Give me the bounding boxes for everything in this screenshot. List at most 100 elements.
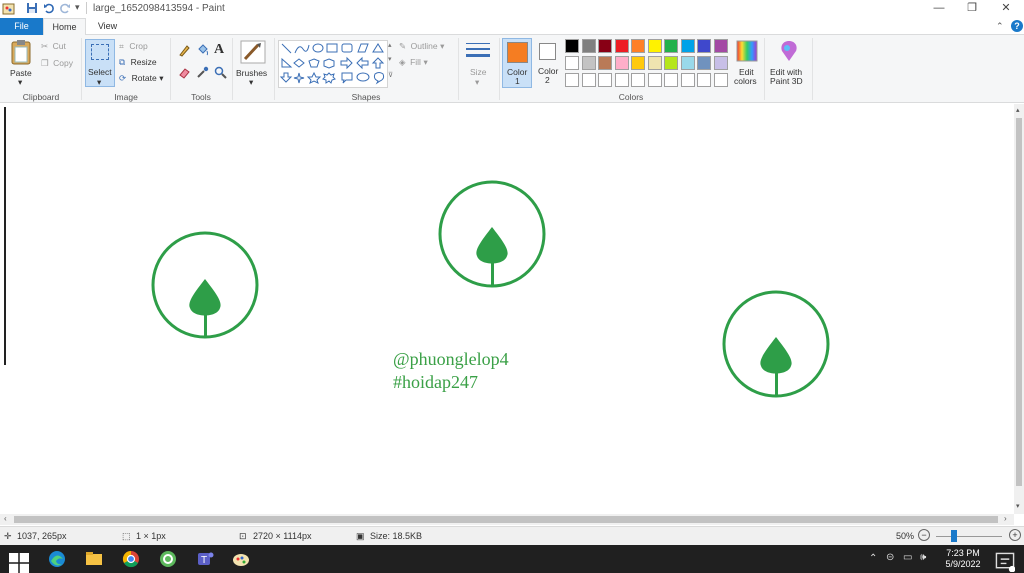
zoom-in-button[interactable]: + — [1009, 529, 1021, 541]
rotate-button[interactable]: ⟳ Rotate ▾ — [119, 73, 163, 84]
custom-color-slot[interactable] — [598, 73, 612, 87]
palette-swatch[interactable] — [565, 56, 579, 70]
maximize-button[interactable]: ❐ — [955, 0, 989, 18]
palette-swatch[interactable] — [713, 56, 728, 70]
scroll-up-arrow-icon[interactable]: ▴ — [1016, 106, 1020, 114]
color-picker-icon[interactable] — [196, 66, 209, 81]
magnifier-icon[interactable] — [214, 66, 227, 81]
zoom-out-button[interactable]: − — [918, 529, 930, 541]
edit-colors-button[interactable]: Edit colors — [733, 39, 761, 87]
custom-color-slot[interactable] — [680, 73, 695, 87]
palette-swatch[interactable] — [598, 56, 612, 70]
palette-swatch[interactable] — [565, 39, 579, 53]
palette-swatch[interactable] — [581, 39, 596, 53]
brushes-dropdown-icon[interactable]: ▾ — [249, 77, 253, 88]
palette-swatch[interactable] — [598, 39, 612, 53]
custom-color-slot[interactable] — [581, 73, 596, 87]
tab-view[interactable]: View — [86, 18, 129, 35]
shapes-scroll-up-icon[interactable]: ▴ — [388, 41, 392, 49]
copy-icon: ❐ — [41, 58, 49, 68]
custom-color-slot[interactable] — [565, 73, 579, 87]
custom-color-slot[interactable] — [664, 73, 678, 87]
volume-icon[interactable]: 🕪 — [920, 552, 926, 563]
customize-quick-access-icon[interactable]: ▾ — [75, 2, 80, 13]
eraser-icon[interactable] — [178, 66, 191, 81]
notifications-icon[interactable] — [995, 552, 1015, 572]
palette-swatch[interactable] — [614, 39, 629, 53]
custom-color-slot[interactable] — [647, 73, 662, 87]
chrome-browser-icon[interactable] — [121, 549, 141, 569]
tab-file[interactable]: File — [0, 18, 43, 35]
cut-label: Cut — [52, 41, 66, 51]
svg-text:T: T — [201, 555, 207, 566]
shapes-scroll-down-icon[interactable]: ▾ — [388, 55, 392, 63]
show-hidden-icons-icon[interactable]: ⌃ — [869, 553, 877, 564]
ribbon-separator — [458, 38, 459, 100]
horizontal-scroll-thumb[interactable] — [14, 516, 998, 523]
palette-swatch[interactable] — [680, 39, 695, 53]
select-icon — [91, 44, 109, 60]
color2-button[interactable]: Color 2 — [534, 38, 562, 88]
text-tool-icon[interactable]: A — [214, 42, 224, 58]
edit-colors-label-2: colors — [734, 76, 757, 86]
meet-now-icon[interactable]: ⊝ — [886, 552, 894, 563]
save-icon[interactable] — [26, 2, 38, 14]
size-button[interactable]: Size ▾ — [463, 39, 493, 87]
palette-swatch[interactable] — [697, 39, 711, 53]
undo-icon[interactable] — [43, 2, 55, 14]
palette-swatch[interactable] — [664, 39, 678, 53]
custom-color-slot[interactable] — [614, 73, 629, 87]
custom-color-slot[interactable] — [631, 73, 645, 87]
shapes-expand-icon[interactable]: ⊽ — [388, 71, 393, 79]
fill-bucket-icon[interactable] — [196, 44, 209, 59]
close-button[interactable]: ✕ — [989, 0, 1023, 18]
palette-swatch[interactable] — [631, 39, 645, 53]
palette-swatch[interactable] — [697, 56, 711, 70]
edit-with-paint3d-button[interactable]: Edit with Paint 3D — [768, 39, 810, 87]
redo-icon[interactable] — [59, 2, 71, 14]
color1-button[interactable]: Color 1 — [502, 38, 532, 88]
custom-color-slot[interactable] — [697, 73, 711, 87]
system-clock[interactable]: 7:23 PM 5/9/2022 — [940, 548, 986, 570]
file-explorer-icon[interactable] — [84, 549, 104, 569]
custom-color-slot[interactable] — [713, 73, 728, 87]
palette-swatch[interactable] — [713, 39, 728, 53]
crop-button[interactable]: ⌗ Crop — [119, 41, 148, 52]
palette-swatch[interactable] — [581, 56, 596, 70]
pencil-icon[interactable] — [178, 44, 191, 59]
palette-swatch[interactable] — [647, 39, 662, 53]
paint-app-icon[interactable] — [2, 2, 16, 16]
help-icon[interactable]: ? — [1011, 20, 1023, 32]
network-icon[interactable]: ▭ — [903, 552, 912, 563]
edge-browser-icon[interactable] — [47, 549, 67, 569]
zoom-slider-thumb[interactable] — [951, 530, 957, 542]
minimize-button[interactable]: — — [922, 0, 956, 18]
scroll-down-arrow-icon[interactable]: ▾ — [1016, 502, 1020, 510]
vertical-scroll-thumb[interactable] — [1016, 118, 1022, 486]
paste-dropdown-icon[interactable]: ▾ — [18, 77, 22, 88]
scroll-right-arrow-icon[interactable]: › — [1004, 514, 1007, 523]
tab-home[interactable]: Home — [43, 18, 86, 35]
shapes-gallery[interactable] — [278, 40, 388, 88]
paint-taskbar-icon[interactable] — [231, 549, 251, 569]
select-dropdown-icon[interactable]: ▾ — [97, 77, 101, 88]
palette-swatch[interactable] — [647, 56, 662, 70]
zoom-slider-track[interactable] — [936, 536, 1002, 537]
select-button[interactable]: Select ▾ — [85, 39, 115, 87]
copy-button[interactable]: ❐ Copy — [41, 58, 73, 69]
paste-button[interactable]: Paste ▾ — [6, 39, 36, 87]
brushes-button[interactable]: Brushes ▾ — [236, 39, 270, 87]
minimize-ribbon-icon[interactable]: ⌃ — [996, 21, 1004, 32]
resize-button[interactable]: ⧉ Resize — [119, 57, 157, 68]
palette-swatch[interactable] — [631, 56, 645, 70]
cut-button[interactable]: ✂ Cut — [41, 41, 66, 52]
outline-button[interactable]: ✎ Outline ▾ — [399, 41, 444, 52]
fill-button[interactable]: ◈ Fill ▾ — [399, 57, 428, 68]
coccoc-browser-icon[interactable] — [158, 549, 178, 569]
palette-swatch[interactable] — [664, 56, 678, 70]
teams-icon[interactable]: T — [195, 549, 215, 569]
palette-swatch[interactable] — [614, 56, 629, 70]
scroll-left-arrow-icon[interactable]: ‹ — [4, 514, 7, 523]
palette-swatch[interactable] — [680, 56, 695, 70]
windows-start-icon[interactable] — [9, 553, 29, 573]
